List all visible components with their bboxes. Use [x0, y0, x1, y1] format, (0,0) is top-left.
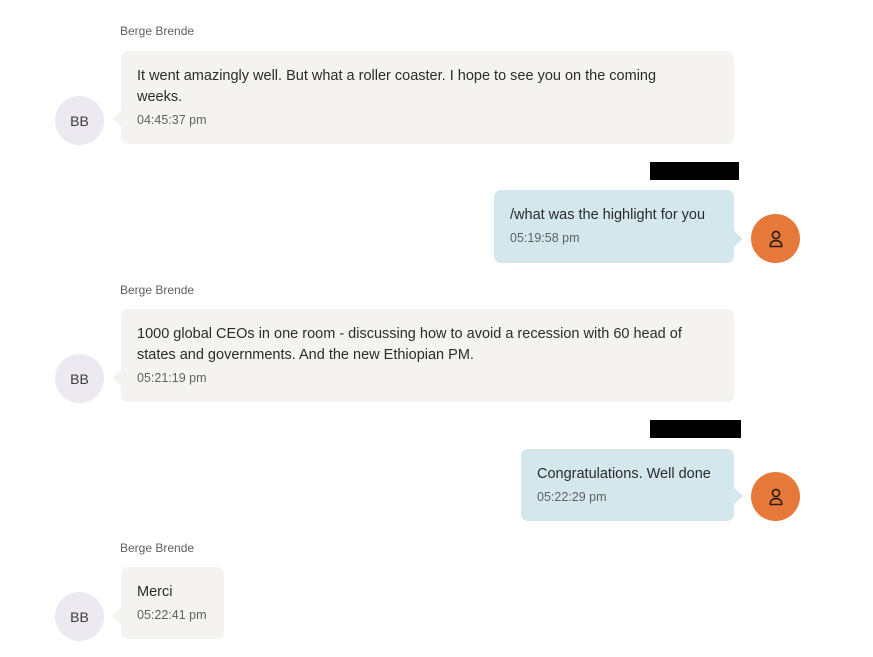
sender-name: Berge Brende: [120, 24, 195, 38]
bubble-tail: [112, 110, 122, 128]
message-bubble[interactable]: /what was the highlight for you 05:19:58…: [494, 190, 743, 263]
message-bubble[interactable]: It went amazingly well. But what a rolle…: [112, 51, 734, 144]
message-timestamp: 05:22:29 pm: [537, 490, 607, 504]
bubble-tail: [733, 230, 743, 248]
sender-name: Berge Brende: [120, 541, 195, 555]
avatar-initials: BB: [70, 608, 89, 625]
avatar-initials: BB: [70, 112, 89, 129]
message-timestamp: 05:19:58 pm: [510, 231, 580, 245]
bubble-tail: [112, 607, 122, 625]
person-icon: [768, 230, 783, 247]
message-text: Merci: [137, 584, 173, 600]
avatar: BB: [55, 354, 104, 403]
avatar: [751, 214, 800, 263]
message-text: It went amazingly well. But what a rolle…: [137, 68, 657, 105]
message-bubble[interactable]: Merci 05:22:41 pm: [112, 567, 224, 639]
chat-transcript: Berge Brende BB It went amazingly well. …: [0, 0, 873, 657]
avatar: BB: [55, 592, 104, 641]
avatar: BB: [55, 96, 104, 145]
avatar: [751, 472, 800, 521]
redacted-sender-name: [650, 420, 741, 438]
avatar-initials: BB: [70, 370, 89, 387]
message-text: 1000 global CEOs in one room - discussin…: [137, 326, 682, 363]
message-timestamp: 04:45:37 pm: [137, 113, 207, 127]
message-bubble[interactable]: Congratulations. Well done 05:22:29 pm: [521, 449, 743, 521]
bubble-tail: [733, 487, 743, 505]
message-bubble[interactable]: 1000 global CEOs in one room - discussin…: [112, 309, 734, 402]
message-timestamp: 05:22:41 pm: [137, 608, 207, 622]
sender-name: Berge Brende: [120, 283, 195, 297]
person-icon: [768, 488, 783, 505]
bubble-tail: [112, 369, 122, 387]
message-text: Congratulations. Well done: [537, 466, 711, 482]
message-timestamp: 05:21:19 pm: [137, 371, 207, 385]
message-text: /what was the highlight for you: [510, 207, 706, 223]
redacted-sender-name: [650, 162, 739, 180]
